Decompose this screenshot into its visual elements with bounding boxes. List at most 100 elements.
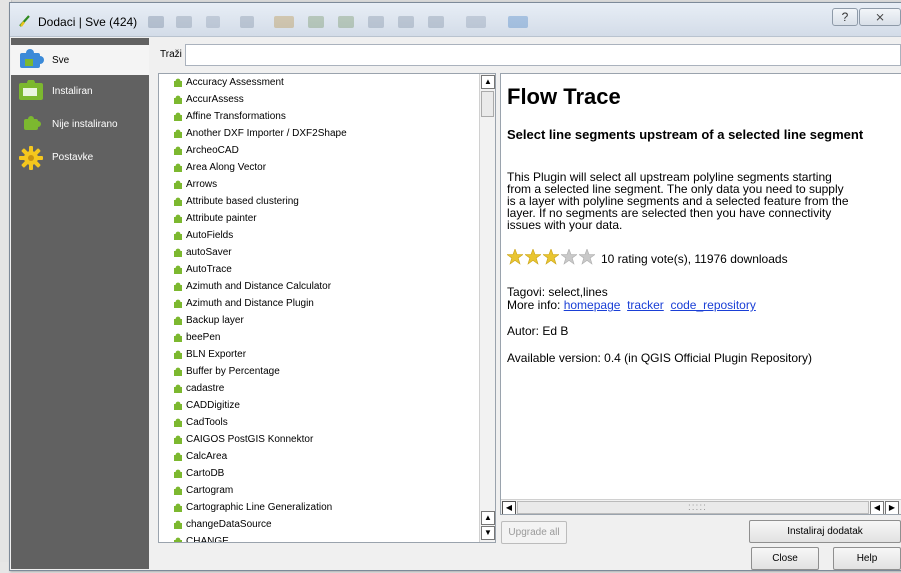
puzzle-icon <box>174 299 182 308</box>
plugin-name: Another DXF Importer / DXF2Shape <box>186 128 347 139</box>
plugin-name: CADDigitize <box>186 400 240 411</box>
puzzle-green-small-icon <box>24 116 41 130</box>
plugin-name: Accuracy Assessment <box>186 77 284 88</box>
plugin-manager-dialog: Dodaci | Sve (424) ? ⨯ Sve Instaliran Ni… <box>9 2 901 571</box>
puzzle-icon <box>174 435 182 444</box>
plugin-name: Arrows <box>186 179 218 190</box>
homepage-link[interactable]: homepage <box>564 298 621 312</box>
close-icon[interactable]: ⨯ <box>859 8 901 26</box>
plugin-name: Buffer by Percentage <box>186 366 280 377</box>
upgrade-all-button[interactable]: Upgrade all <box>501 521 567 544</box>
star-empty-icon <box>560 248 578 265</box>
plugin-name: Cartogram <box>186 485 234 496</box>
scroll-right-icon[interactable]: ▶ <box>885 501 899 514</box>
plugin-name: AccurAssess <box>186 94 244 105</box>
puzzle-icon <box>174 384 182 393</box>
star-filled-icon <box>524 248 542 265</box>
puzzle-icon <box>174 180 182 189</box>
puzzle-icon <box>174 520 182 529</box>
plugin-description: This Plugin will select all upstream pol… <box>507 171 897 231</box>
search-input[interactable] <box>185 44 901 66</box>
sidebar-item-label: Instaliran <box>52 86 93 97</box>
plugin-name: ArcheoCAD <box>186 145 239 156</box>
scroll-left-icon[interactable]: ◀ <box>870 501 884 514</box>
plugin-tags: Tagovi: select,lines <box>507 285 608 299</box>
sidebar-item-not-installed[interactable]: Nije instalirano <box>11 109 149 139</box>
title-bar: Dodaci | Sve (424) ? ⨯ <box>10 3 901 37</box>
sidebar-item-label: Nije instalirano <box>52 119 118 130</box>
star-filled-icon <box>506 248 524 265</box>
plugin-title: Flow Trace <box>507 84 621 109</box>
puzzle-icon <box>174 112 182 121</box>
puzzle-icon <box>174 367 182 376</box>
puzzle-icon <box>174 316 182 325</box>
puzzle-green-icon <box>19 80 43 100</box>
plugin-name: CartoDB <box>186 468 225 479</box>
plugin-name: CadTools <box>186 417 228 428</box>
puzzle-icon <box>174 214 182 223</box>
plugin-name: Backup layer <box>186 315 244 326</box>
puzzle-icon <box>174 333 182 342</box>
plugin-name: Affine Transformations <box>186 111 286 122</box>
star-filled-icon <box>542 248 560 265</box>
install-plugin-button[interactable]: Instaliraj dodatak <box>749 520 901 543</box>
plugin-version: Available version: 0.4 (in QGIS Official… <box>507 351 813 365</box>
puzzle-icon <box>174 248 182 257</box>
plugin-name: cadastre <box>186 383 225 394</box>
plugin-name: CalcArea <box>186 451 228 462</box>
plugin-name: Azimuth and Distance Calculator <box>186 281 332 292</box>
plugin-name: Azimuth and Distance Plugin <box>186 298 314 309</box>
puzzle-icon <box>174 78 182 87</box>
puzzle-icon <box>174 452 182 461</box>
search-label: Traži <box>160 49 182 60</box>
rating-stars <box>506 248 597 268</box>
plugin-name: Area Along Vector <box>186 162 267 173</box>
puzzle-icon <box>174 95 182 104</box>
puzzle-icon <box>174 537 182 542</box>
scroll-down-icon[interactable]: ▼ <box>481 526 495 540</box>
plugin-list-scrollbar[interactable]: ▲ ▲ ▼ <box>479 74 495 542</box>
plugin-name: AutoTrace <box>186 264 232 275</box>
scroll-up-icon[interactable]: ▲ <box>481 511 495 525</box>
sidebar-item-all[interactable]: Sve <box>11 45 149 75</box>
more-info-label: More info: <box>507 298 561 312</box>
sidebar-item-settings[interactable]: Postavke <box>11 142 149 172</box>
plugin-name: Attribute based clustering <box>186 196 299 207</box>
close-button[interactable]: Close <box>751 547 819 570</box>
code-repository-link[interactable]: code_repository <box>670 298 755 312</box>
puzzle-icon <box>174 503 182 512</box>
puzzle-icon <box>174 282 182 291</box>
scroll-up-icon[interactable]: ▲ <box>481 75 495 89</box>
plugin-subtitle: Select line segments upstream of a selec… <box>507 127 864 142</box>
plugin-name: BLN Exporter <box>186 349 247 360</box>
plugin-name: CHANGE <box>186 536 229 543</box>
puzzle-icon <box>174 163 182 172</box>
star-empty-icon <box>578 248 596 265</box>
puzzle-icon <box>174 265 182 274</box>
grip-icon: ::::: <box>688 502 707 513</box>
details-horizontal-scrollbar[interactable]: ◀ ::::: ◀ ▶ <box>501 499 901 514</box>
puzzle-icon <box>174 350 182 359</box>
plugin-name: AutoFields <box>186 230 234 241</box>
tracker-link[interactable]: tracker <box>627 298 664 312</box>
plugin-name: Cartographic Line Generalization <box>186 502 333 513</box>
puzzle-icon <box>174 197 182 206</box>
scroll-thumb[interactable]: ::::: <box>517 501 869 514</box>
puzzle-icon <box>174 486 182 495</box>
window-title: Dodaci | Sve (424) <box>38 15 138 29</box>
help-icon[interactable]: ? <box>832 8 858 26</box>
rating-text: 10 rating vote(s), 11976 downloads <box>601 252 788 266</box>
qgis-icon <box>19 15 30 27</box>
plugin-name: autoSaver <box>186 247 232 258</box>
scroll-thumb[interactable] <box>481 91 494 117</box>
plugin-details-panel: Flow Trace Select line segments upstream… <box>500 73 901 515</box>
sidebar-item-installed[interactable]: Instaliran <box>11 76 149 106</box>
category-sidebar: Sve Instaliran Nije instalirano Postavke <box>11 38 149 569</box>
sidebar-item-label: Postavke <box>52 152 94 163</box>
puzzle-icon <box>174 231 182 240</box>
scroll-left-icon[interactable]: ◀ <box>502 501 516 514</box>
help-button[interactable]: Help <box>833 547 901 570</box>
more-info: More info: homepage tracker code_reposit… <box>507 298 756 312</box>
puzzle-icon <box>174 418 182 427</box>
plugin-name: CAIGOS PostGIS Konnektor <box>186 434 314 445</box>
